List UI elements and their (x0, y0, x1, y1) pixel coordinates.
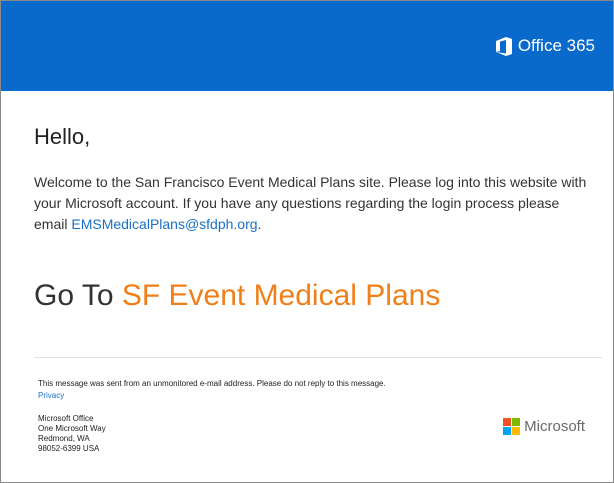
ms-square-blue (503, 427, 512, 435)
ms-square-yellow (512, 427, 521, 435)
address-line: Redmond, WA (38, 434, 90, 443)
privacy-link[interactable]: Privacy (38, 391, 64, 400)
email-frame: Office 365 Hello, Welcome to the San Fra… (0, 0, 614, 483)
ms-square-green (512, 418, 521, 426)
greeting: Hello, (34, 124, 91, 149)
email-footer: This message was sent from an unmonitore… (38, 379, 598, 454)
footer-divider (34, 357, 602, 358)
microsoft-wordmark: Microsoft (524, 418, 585, 435)
microsoft-logo: Microsoft (503, 418, 585, 435)
email-header: Office 365 (1, 1, 613, 91)
cta-heading: Go To SF Event Medical Plans (34, 279, 440, 313)
cta-prefix: Go To (34, 279, 122, 312)
support-email-link[interactable]: EMSMedicalPlans@sfdph.org (71, 216, 257, 232)
address-line: 98052-6399 USA (38, 444, 100, 453)
microsoft-logo-icon (503, 418, 521, 435)
office365-brand: Office 365 (495, 36, 595, 56)
welcome-text: Welcome to the San Francisco Event Medic… (34, 172, 594, 235)
office-logo-icon (495, 36, 512, 56)
email-body: Hello, Welcome to the San Francisco Even… (34, 124, 594, 312)
welcome-end: . (257, 216, 262, 232)
brand-name: Office 365 (517, 36, 595, 55)
cta-link[interactable]: SF Event Medical Plans (122, 279, 440, 312)
ms-square-red (503, 418, 512, 426)
unmonitored-notice: This message was sent from an unmonitore… (38, 379, 386, 388)
